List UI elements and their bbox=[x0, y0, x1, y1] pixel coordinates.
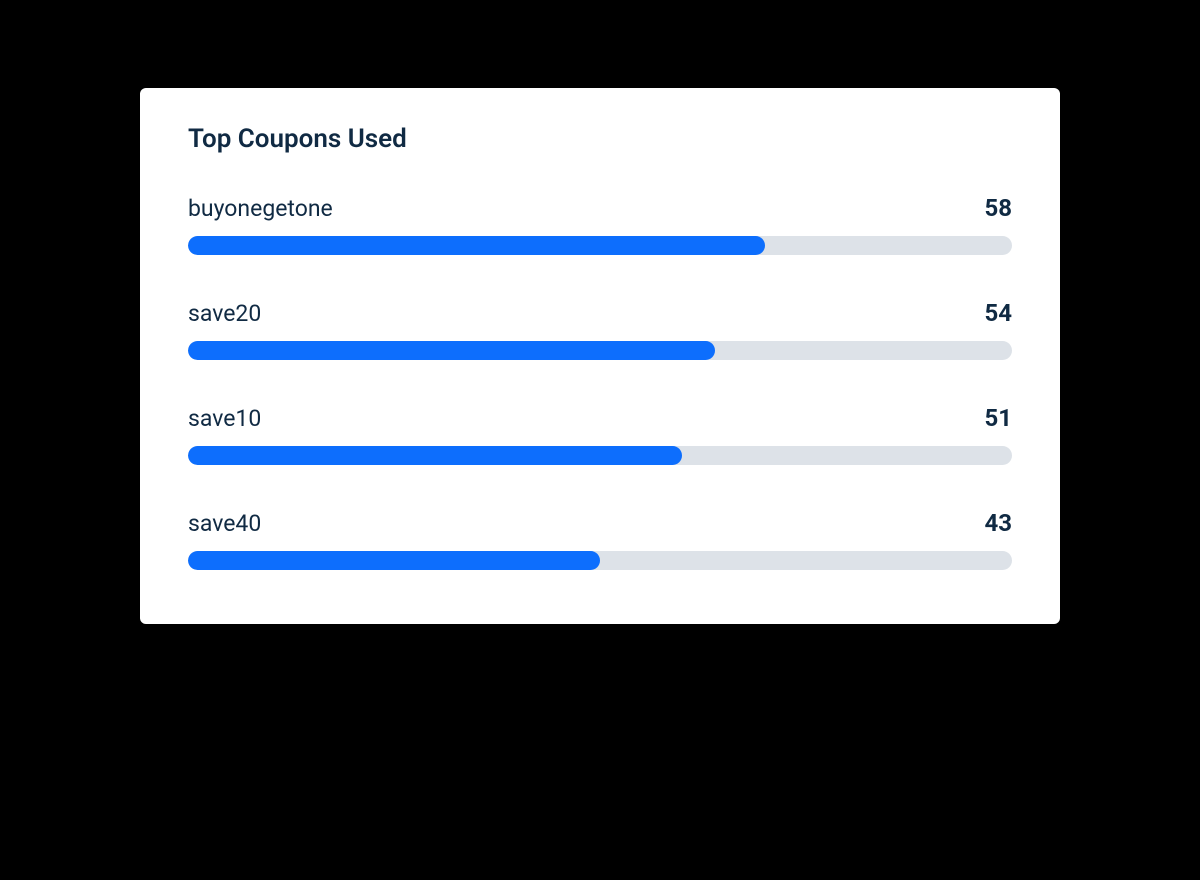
bar-value: 58 bbox=[984, 194, 1012, 222]
bar-fill bbox=[188, 551, 600, 570]
top-coupons-card: Top Coupons Used buyonegetone 58 save20 … bbox=[140, 88, 1060, 624]
bar-row: save20 54 bbox=[188, 299, 1012, 360]
bar-value: 54 bbox=[984, 299, 1012, 327]
bar-track bbox=[188, 551, 1012, 570]
bar-header: save20 54 bbox=[188, 299, 1012, 327]
bar-header: buyonegetone 58 bbox=[188, 194, 1012, 222]
bar-label: save20 bbox=[188, 300, 261, 327]
bar-label: save40 bbox=[188, 510, 261, 537]
bar-value: 51 bbox=[984, 404, 1012, 432]
bar-track bbox=[188, 236, 1012, 255]
bar-value: 43 bbox=[984, 509, 1012, 537]
bar-track bbox=[188, 341, 1012, 360]
bar-track bbox=[188, 446, 1012, 465]
bar-header: save40 43 bbox=[188, 509, 1012, 537]
bar-fill bbox=[188, 236, 765, 255]
bar-header: save10 51 bbox=[188, 404, 1012, 432]
bar-label: buyonegetone bbox=[188, 195, 333, 222]
card-title: Top Coupons Used bbox=[188, 124, 1012, 154]
bar-label: save10 bbox=[188, 405, 261, 432]
bar-row: save40 43 bbox=[188, 509, 1012, 570]
bar-fill bbox=[188, 341, 715, 360]
bar-fill bbox=[188, 446, 682, 465]
bar-row: buyonegetone 58 bbox=[188, 194, 1012, 255]
bar-row: save10 51 bbox=[188, 404, 1012, 465]
